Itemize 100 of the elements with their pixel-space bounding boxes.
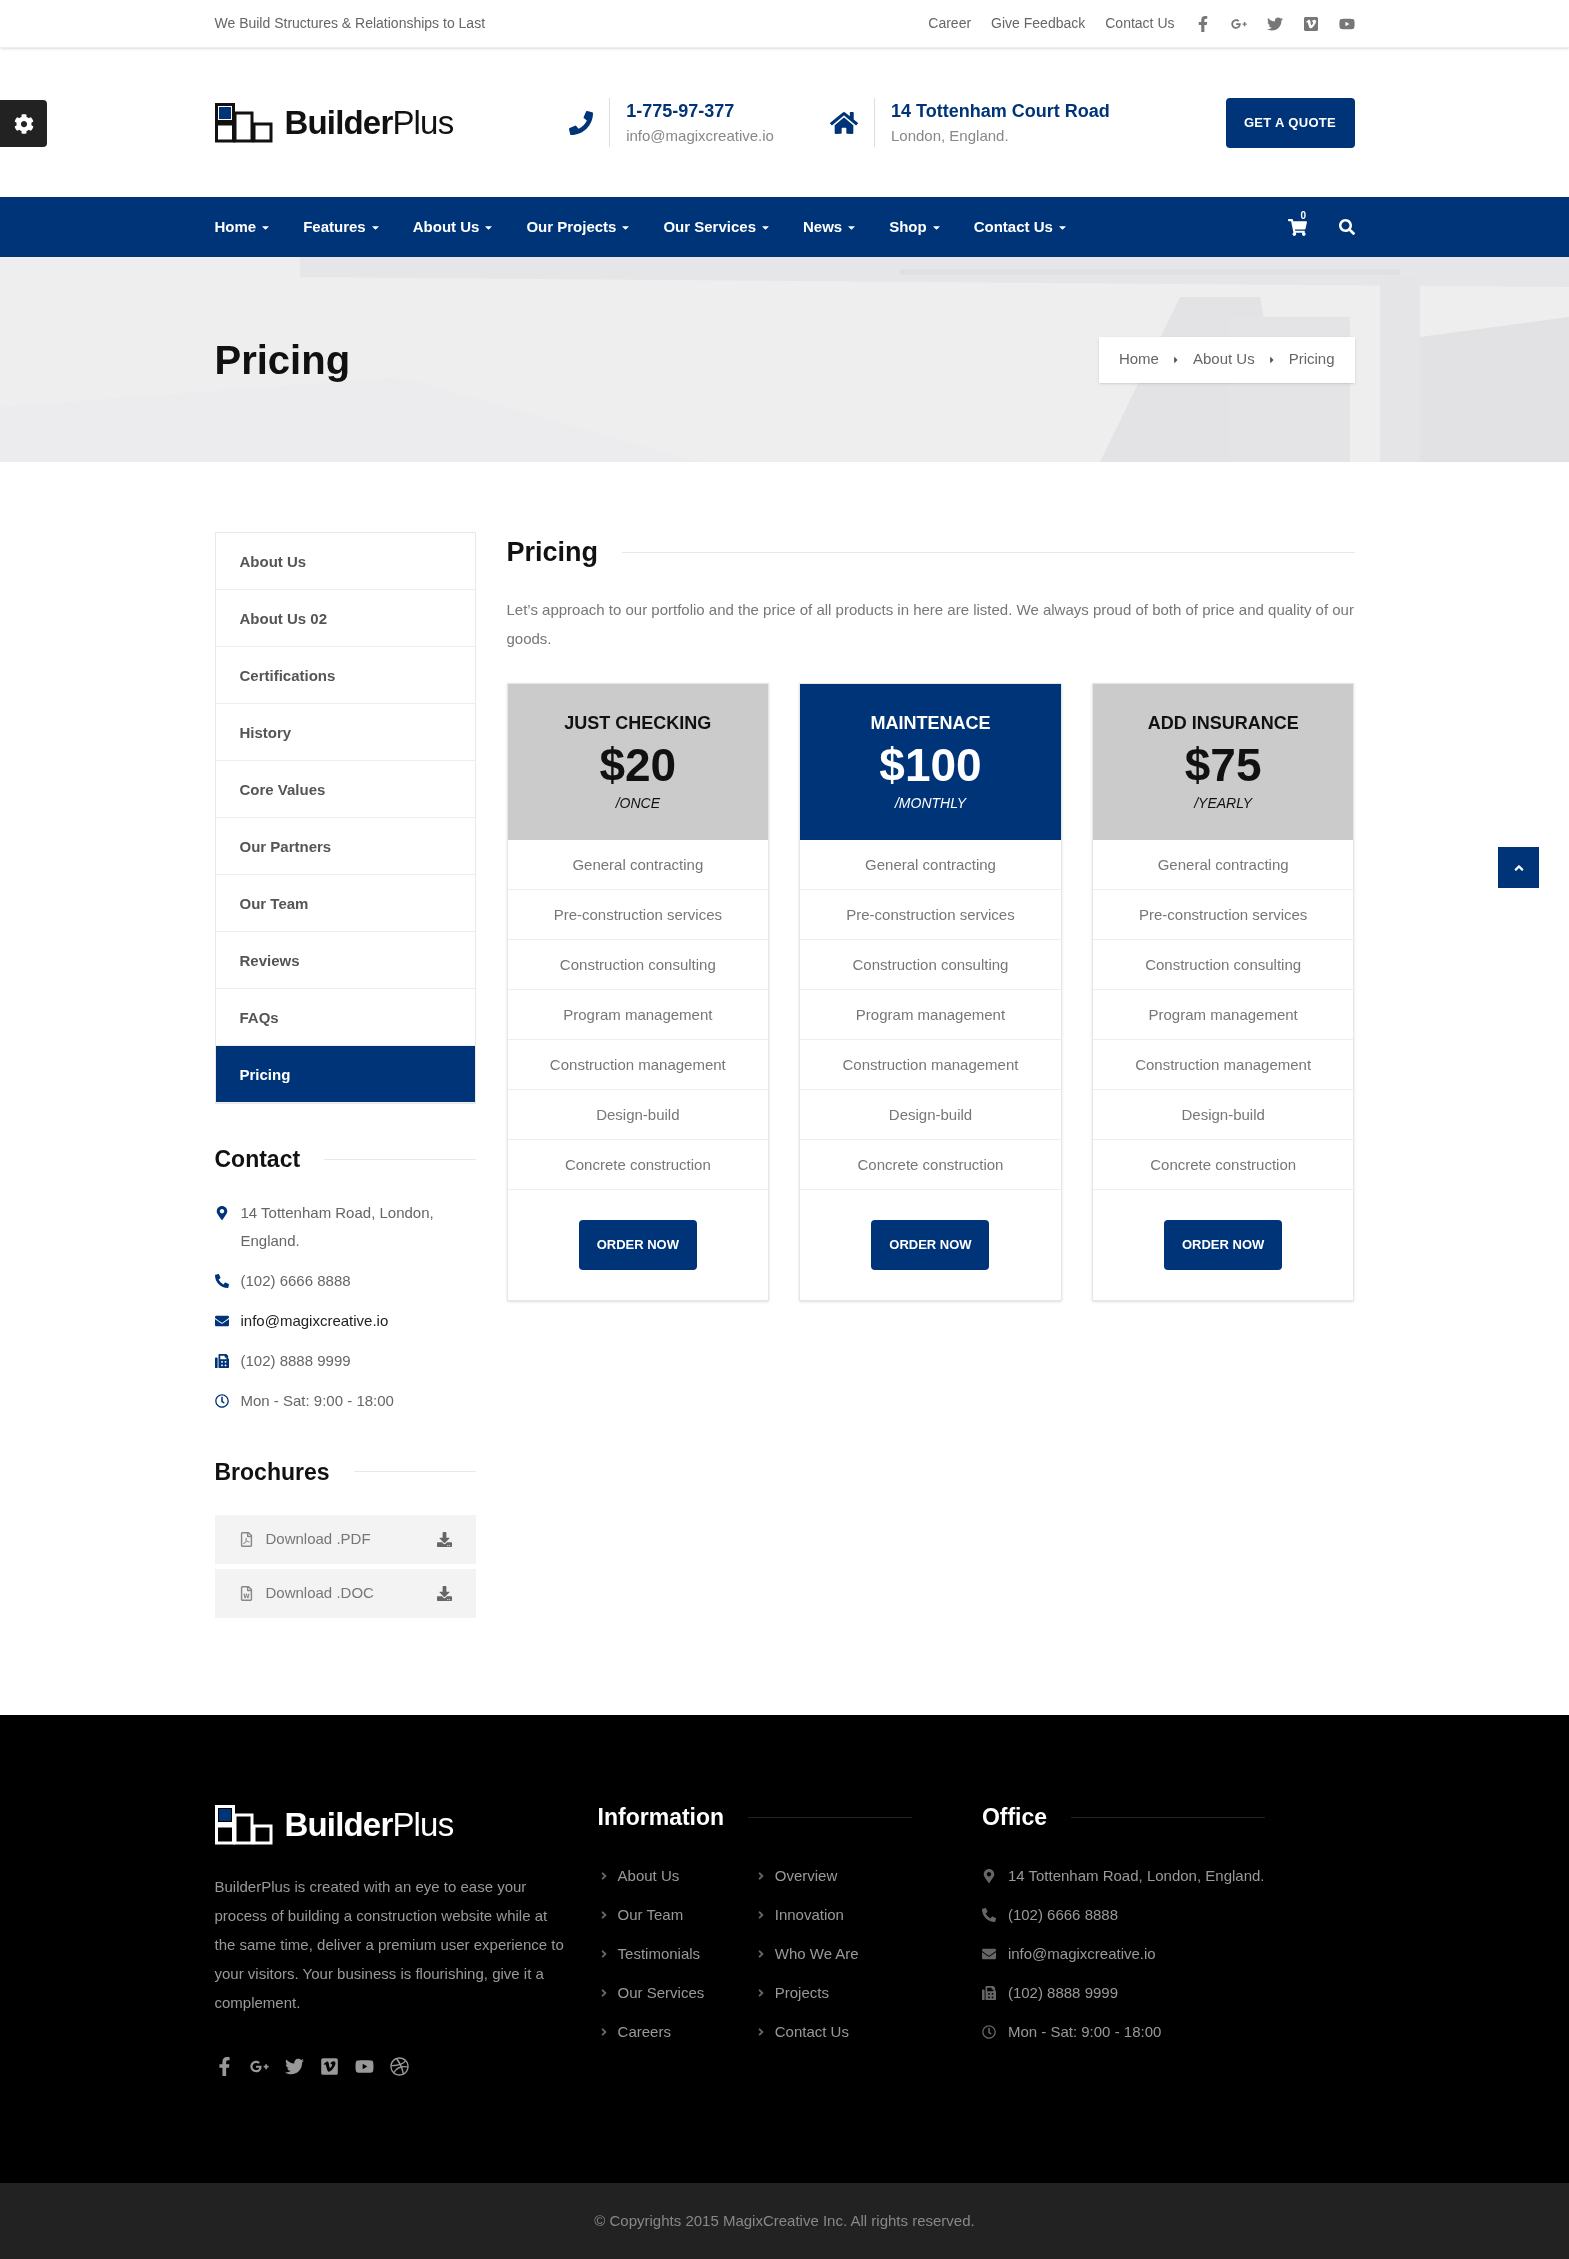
logo-icon xyxy=(214,1804,273,1845)
footer-link[interactable]: Careers xyxy=(597,2020,755,2043)
search-icon[interactable] xyxy=(1338,219,1355,235)
fax-icon xyxy=(214,1353,229,1368)
quote-button[interactable]: GET A QUOTE xyxy=(1225,97,1355,148)
plan-feature: Design-build xyxy=(1092,1089,1354,1140)
section-title: Office xyxy=(981,1803,1048,1832)
footer-link[interactable]: Projects xyxy=(754,1981,912,2004)
breadcrumb-link[interactable]: About Us xyxy=(1192,348,1255,371)
footer-link[interactable]: Innovation xyxy=(754,1903,912,1926)
order-button[interactable]: ORDER NOW xyxy=(871,1219,990,1270)
contact-text: info@magixcreative.io xyxy=(240,1310,389,1331)
plan-feature: General contracting xyxy=(1092,839,1354,890)
footer-link[interactable]: Testimonials xyxy=(597,1942,755,1965)
nav-item[interactable]: Contact Us xyxy=(973,215,1068,239)
logo-icon xyxy=(214,102,273,143)
order-button[interactable]: ORDER NOW xyxy=(578,1219,697,1270)
tagline: We Build Structures & Relationships to Last xyxy=(214,14,486,33)
nav-item[interactable]: Features xyxy=(303,215,381,239)
logo-text[interactable]: BuilderPlus xyxy=(284,97,454,148)
contact-text: 14 Tottenham Road, London, England. xyxy=(240,1202,435,1251)
download-icon xyxy=(436,1532,452,1547)
section-title: Brochures xyxy=(214,1457,330,1487)
plan-name: JUST CHECKING xyxy=(564,711,712,735)
envelope-icon xyxy=(981,1946,996,1961)
footer-link[interactable]: Our Services xyxy=(597,1981,755,2004)
plan-feature: Concrete construction xyxy=(507,1139,769,1190)
header-address: 14 Tottenham Court Road xyxy=(890,99,1110,123)
sidebar-item[interactable]: Pricing xyxy=(215,1046,475,1103)
office-text: 14 Tottenham Road, London, England. xyxy=(1007,1865,1265,1886)
plan-feature: Pre-construction services xyxy=(507,889,769,940)
dribbble-icon[interactable] xyxy=(389,2056,409,2076)
footer-link[interactable]: Overview xyxy=(754,1864,912,1887)
clock-icon xyxy=(981,2024,996,2039)
footer-about: BuilderPlus is created with an eye to ease your process of building a construction website while at the same time, deliver a premium user experience to your visitors. Your business is flourishing, give it a complement. xyxy=(214,1876,565,2013)
phone-icon xyxy=(981,1907,996,1922)
plan-feature: Pre-construction services xyxy=(1092,889,1354,940)
vimeo-icon[interactable] xyxy=(319,2056,339,2076)
top-link[interactable]: Contact Us xyxy=(1105,13,1175,34)
breadcrumb-link[interactable]: Home xyxy=(1118,348,1159,371)
plan-feature: Concrete construction xyxy=(1092,1139,1354,1190)
plan-price: $100 xyxy=(879,737,982,793)
nav-item[interactable]: Our Projects xyxy=(526,215,632,239)
file-icon xyxy=(238,1532,254,1547)
plan-feature: Construction consulting xyxy=(1092,939,1354,990)
copyright: © Copyrights 2015 MagixCreative Inc. All rights reserved. xyxy=(594,2210,975,2231)
footer-link[interactable]: Our Team xyxy=(597,1903,755,1926)
download-icon xyxy=(436,1586,452,1601)
vimeo-icon[interactable] xyxy=(1302,15,1319,32)
map-pin-icon xyxy=(981,1868,996,1883)
footer-link[interactable]: Who We Are xyxy=(754,1942,912,1965)
clock-icon xyxy=(214,1393,229,1408)
plan-feature: General contracting xyxy=(800,839,1061,890)
plan-feature: Construction management xyxy=(1092,1039,1354,1090)
twitter-icon[interactable] xyxy=(284,2056,304,2076)
footer-link[interactable]: About Us xyxy=(597,1864,755,1887)
plan-period: /MONTHLY xyxy=(894,793,966,813)
nav-item[interactable]: Our Services xyxy=(663,215,771,239)
download-button[interactable]: Download .DOC xyxy=(214,1569,476,1618)
top-link[interactable]: Give Feedback xyxy=(991,13,1086,34)
top-link[interactable]: Career xyxy=(928,13,972,34)
cart-icon[interactable] xyxy=(1287,217,1307,237)
office-text: info@magixcreative.io xyxy=(1007,1943,1156,1964)
section-title: Contact xyxy=(214,1145,301,1174)
plan-feature: Design-build xyxy=(800,1089,1061,1140)
office-text: (102) 8888 9999 xyxy=(1007,1982,1118,2003)
intro-text: Let’s approach to our portfolio and the price of all products in here are listed. We always proud of both of price and quality of our goods. xyxy=(506,599,1355,649)
plan-feature: Construction consulting xyxy=(800,939,1061,990)
plan-name: MAINTENACE xyxy=(870,711,991,735)
envelope-icon xyxy=(214,1313,229,1328)
contact-text: Mon - Sat: 9:00 - 18:00 xyxy=(240,1390,394,1411)
plan-feature: General contracting xyxy=(507,839,769,890)
twitter-icon[interactable] xyxy=(1266,15,1283,32)
logo-text[interactable]: BuilderPlus xyxy=(284,1800,454,1850)
plan-feature: Design-build xyxy=(507,1089,769,1140)
file-icon xyxy=(238,1586,254,1601)
plan-feature: Program management xyxy=(507,989,769,1040)
section-title: Pricing xyxy=(506,536,599,569)
office-text: (102) 6666 8888 xyxy=(1007,1904,1118,1925)
order-button[interactable]: ORDER NOW xyxy=(1164,1219,1283,1270)
nav-item[interactable]: News xyxy=(803,215,858,239)
plan-price: $20 xyxy=(599,737,677,793)
breadcrumb-link[interactable]: Pricing xyxy=(1288,348,1335,371)
page-title: Pricing xyxy=(214,336,351,384)
settings-button[interactable] xyxy=(0,100,47,147)
nav-item[interactable]: Home xyxy=(214,215,272,239)
phone-icon xyxy=(214,1273,229,1288)
nav-item[interactable]: About Us xyxy=(412,215,495,239)
plan-feature: Construction consulting xyxy=(507,939,769,990)
cart-count: 0 xyxy=(1300,208,1307,223)
download-button[interactable]: Download .PDF xyxy=(214,1515,476,1564)
plan-feature: Construction management xyxy=(800,1039,1061,1090)
map-pin-icon xyxy=(214,1205,229,1220)
plan-feature: Pre-construction services xyxy=(800,889,1061,940)
footer-link[interactable]: Contact Us xyxy=(754,2020,912,2043)
section-title: Information xyxy=(597,1803,725,1832)
header-city: London, England. xyxy=(890,125,1010,146)
fax-icon xyxy=(981,1985,996,2000)
nav-item[interactable]: Shop xyxy=(889,215,942,239)
plan-feature: Concrete construction xyxy=(800,1139,1061,1190)
